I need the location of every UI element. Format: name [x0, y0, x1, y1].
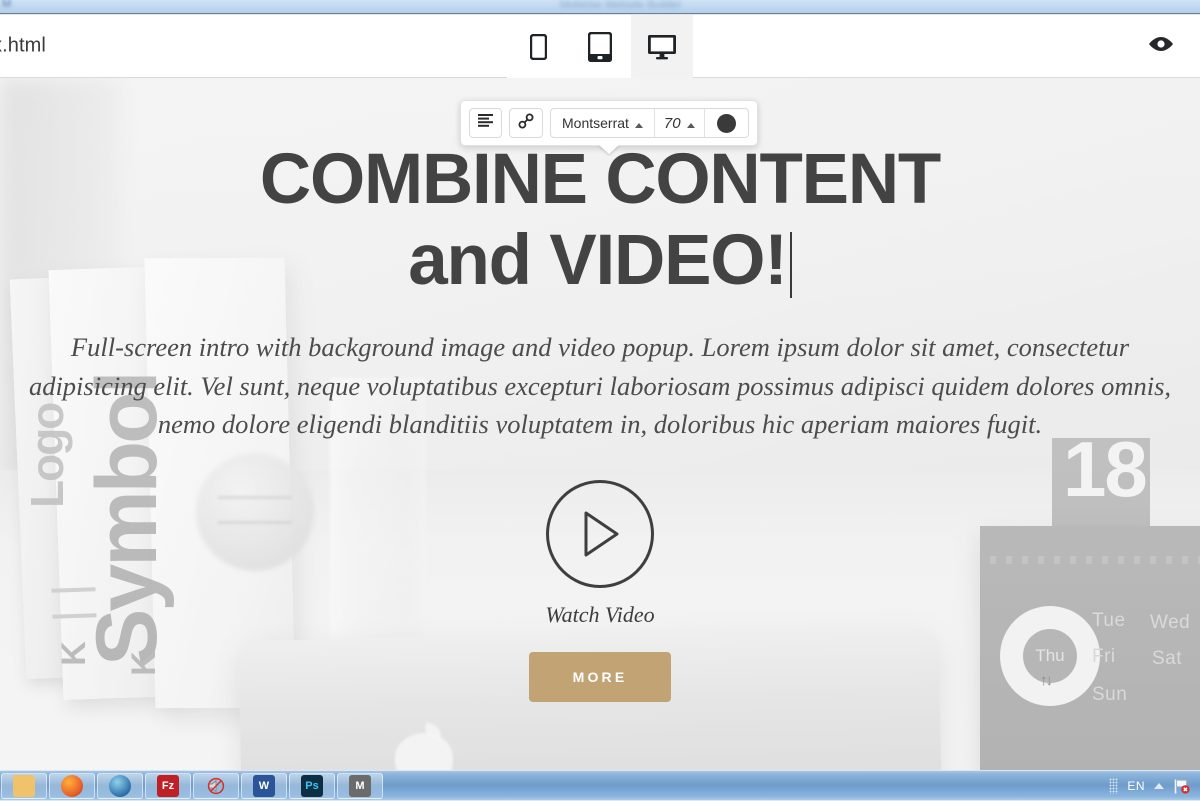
device-preview-switcher	[507, 15, 693, 78]
taskbar-item-firefox[interactable]	[49, 773, 95, 799]
os-titlebar-text: Mobirise Website Builder	[560, 0, 681, 11]
word-icon: W	[253, 775, 275, 797]
taskbar-item-explorer[interactable]	[1, 773, 47, 799]
font-controls: Montserrat 70	[550, 108, 749, 138]
font-family-value: Montserrat	[562, 115, 629, 131]
tablet-icon	[588, 32, 612, 62]
device-button-tablet[interactable]	[569, 15, 631, 78]
desktop-icon	[647, 34, 677, 60]
toolbar-pointer-tail	[598, 144, 620, 154]
taskbar-item-photoshop[interactable]: Ps	[289, 773, 335, 799]
align-button[interactable]	[469, 108, 502, 138]
more-button[interactable]: MORE	[529, 652, 672, 702]
chevron-up-icon	[687, 123, 695, 128]
thunderbird-icon	[109, 775, 131, 797]
hero-section: COMBINE CONTENT and VIDEO! Full-screen i…	[0, 78, 1200, 770]
play-icon	[546, 480, 654, 588]
link-button[interactable]	[509, 108, 543, 138]
os-window-titlebar: M Mobirise Website Builder	[0, 0, 1200, 14]
windows-taskbar: Fz W Ps M EN	[0, 770, 1200, 800]
hero-headline[interactable]: COMBINE CONTENT and VIDEO!	[100, 140, 1100, 302]
watch-video-button[interactable]: Watch Video	[545, 480, 654, 628]
preview-button[interactable]	[1144, 29, 1178, 63]
filezilla-icon: Fz	[157, 775, 179, 797]
taskbar-item-sound[interactable]	[193, 773, 239, 799]
flag-warning-icon[interactable]	[1173, 778, 1190, 795]
taskbar-item-mobirise[interactable]: M	[337, 773, 383, 799]
speaker-muted-icon	[205, 775, 227, 797]
device-button-desktop[interactable]	[631, 15, 693, 78]
watch-video-label: Watch Video	[545, 602, 654, 628]
font-size-dropdown[interactable]: 70	[654, 109, 704, 137]
tray-grip-handle[interactable]	[1109, 778, 1118, 794]
taskbar-item-thunderbird[interactable]	[97, 773, 143, 799]
app-toolbar: x.html	[0, 15, 1200, 78]
inline-text-toolbar[interactable]: Montserrat 70	[460, 100, 758, 146]
mobirise-icon: M	[349, 775, 371, 797]
font-family-dropdown[interactable]: Montserrat	[551, 109, 654, 137]
text-color-picker[interactable]	[704, 109, 748, 137]
taskbar-item-word[interactable]: W	[241, 773, 287, 799]
language-indicator[interactable]: EN	[1127, 779, 1145, 793]
folder-icon	[13, 775, 35, 797]
firefox-icon	[61, 775, 83, 797]
taskbar-item-filezilla[interactable]: Fz	[145, 773, 191, 799]
link-icon	[518, 113, 534, 134]
os-titlebar-left-text: M	[2, 0, 11, 10]
text-cursor	[790, 232, 792, 298]
font-size-value: 70	[664, 115, 681, 132]
chevron-up-icon	[635, 123, 643, 128]
hero-paragraph[interactable]: Full-screen intro with background image …	[20, 328, 1180, 444]
chevron-up-icon[interactable]	[1154, 783, 1164, 789]
align-left-icon	[478, 114, 493, 132]
eye-icon	[1147, 35, 1175, 58]
hero-headline-line2: and VIDEO!	[408, 221, 787, 300]
page-canvas[interactable]: Symbol Logo K K 18 Thu Tue Wed Fri Sat S…	[0, 78, 1200, 770]
phone-icon	[530, 34, 547, 60]
current-filename: x.html	[0, 35, 46, 58]
system-tray: EN	[1109, 771, 1196, 801]
photoshop-icon: Ps	[301, 775, 323, 797]
device-button-mobile[interactable]	[507, 15, 569, 78]
color-swatch-icon	[717, 114, 736, 133]
